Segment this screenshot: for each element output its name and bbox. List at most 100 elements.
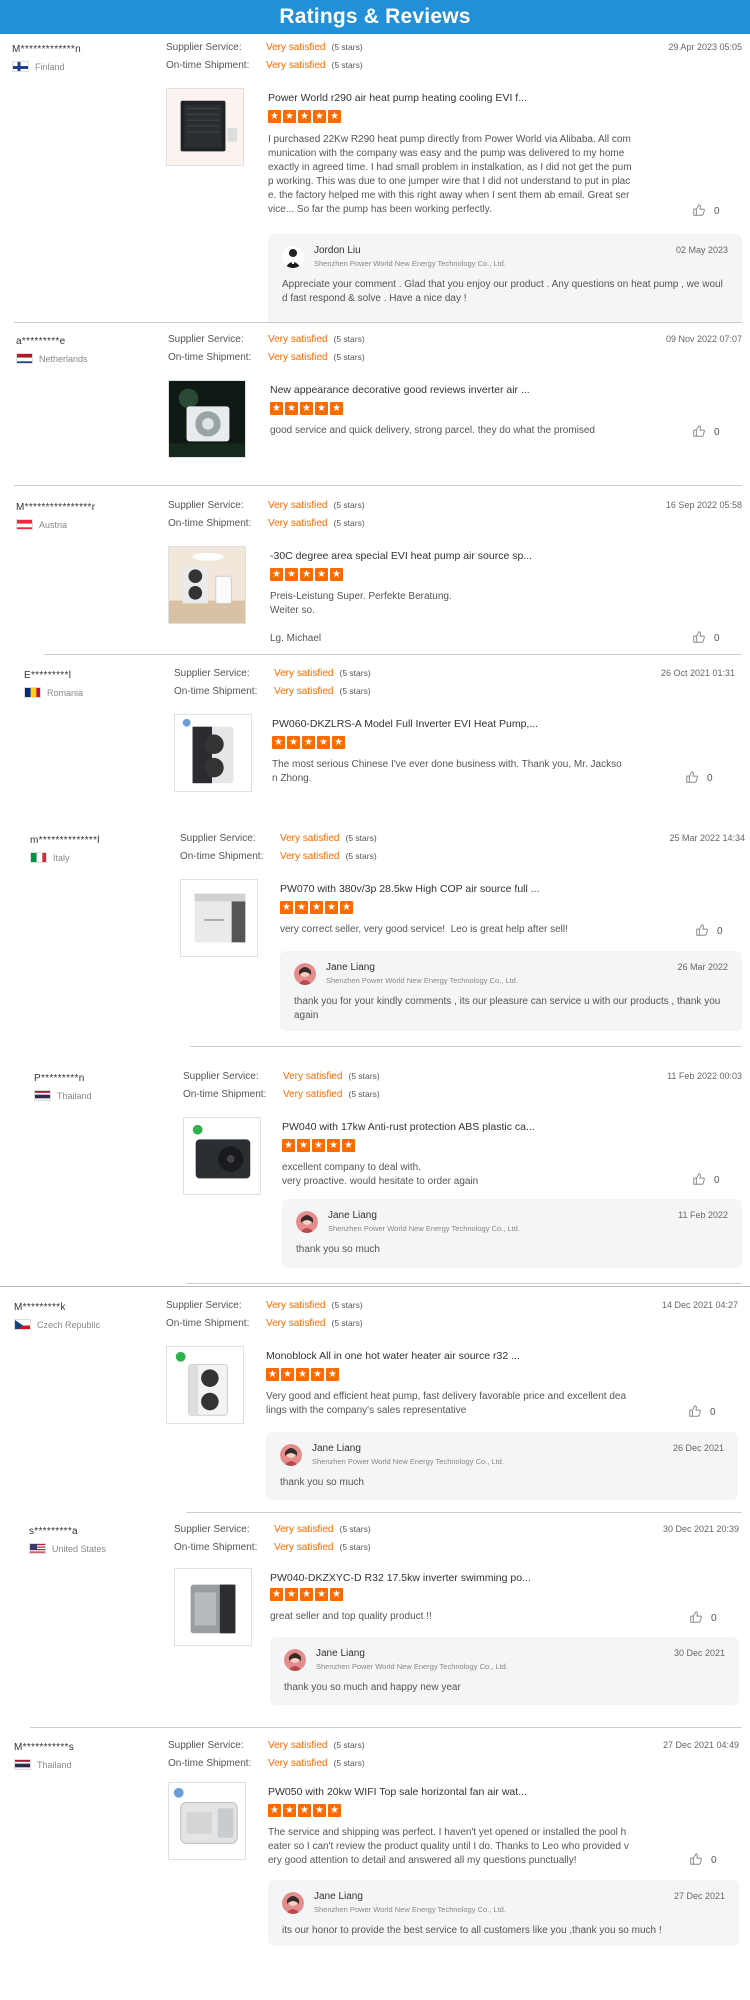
seller-reply: Jane Liang Shenzhen Power World New Energ…: [268, 1880, 739, 1946]
avatar: [284, 1649, 306, 1671]
supplier-service-rating: Supplier Service: Very satisfied (5 stars): [180, 831, 377, 845]
rating-stars-text: (5 stars): [345, 833, 377, 843]
shipment-rating: On-time Shipment: Very satisfied (5 stars): [168, 350, 365, 364]
like-count: 0: [711, 1613, 717, 1624]
rating-value: Very satisfied: [268, 1757, 328, 1769]
reply-date: 26 Mar 2022: [677, 962, 728, 972]
star-icon: ★: [328, 1804, 341, 1817]
rating-stars-text: (5 stars): [331, 60, 363, 70]
reply-text: its our honor to provide the best servic…: [282, 1925, 662, 1936]
country-name: Thailand: [57, 1090, 92, 1101]
helpful-button[interactable]: 0: [688, 1404, 716, 1421]
review-text: The most serious Chinese I've ever done …: [272, 759, 622, 784]
rating-stars-text: (5 stars): [339, 1524, 371, 1534]
rating-value: Very satisfied: [280, 832, 340, 844]
helpful-button[interactable]: 0: [695, 923, 723, 940]
thumbs-up-icon: [692, 424, 706, 441]
product-title-link[interactable]: Power World r290 air heat pump heating c…: [268, 92, 527, 104]
reviewer-name: E*********l: [24, 670, 72, 681]
shipment-label: On-time Shipment:: [166, 59, 250, 71]
product-title-link[interactable]: New appearance decorative good reviews i…: [270, 384, 530, 396]
country-name: Austria: [39, 519, 68, 530]
rating-stars-text: (5 stars): [339, 668, 371, 678]
reply-date: 30 Dec 2021: [673, 1648, 725, 1658]
product-thumbnail[interactable]: [180, 879, 258, 957]
shipment-label: On-time Shipment:: [166, 1317, 250, 1329]
supplier-service-rating: Supplier Service: Very satisfied (5 stars): [168, 498, 365, 512]
product-title-link[interactable]: PW040 with 17kw Anti-rust protection ABS…: [282, 1121, 535, 1133]
product-thumbnail[interactable]: [168, 546, 246, 624]
star-icon: ★: [328, 110, 341, 123]
supplier-service-label: Supplier Service:: [174, 667, 250, 679]
star-icon: ★: [272, 736, 285, 749]
rating-value: Very satisfied: [268, 517, 328, 529]
product-title-link[interactable]: PW040-DKZXYC-D R32 17.5kw inverter swimm…: [270, 1572, 531, 1584]
product-thumbnail[interactable]: [166, 88, 244, 166]
star-icon: ★: [280, 901, 293, 914]
helpful-button[interactable]: 0: [692, 1172, 720, 1189]
helpful-button[interactable]: 0: [689, 1852, 717, 1869]
product-title-link[interactable]: Monoblock All in one hot water heater ai…: [266, 1350, 520, 1362]
reply-company: Shenzhen Power World New Energy Technolo…: [314, 1905, 506, 1914]
country-name: Thailand: [37, 1759, 72, 1770]
rating-value: Very satisfied: [283, 1088, 343, 1100]
shipment-rating: On-time Shipment: Very satisfied (5 stars): [174, 1540, 371, 1554]
helpful-button[interactable]: 0: [689, 1610, 717, 1627]
review-star-rating: ★ ★ ★ ★ ★: [268, 110, 341, 123]
reviewer-country: United States: [29, 1543, 106, 1554]
thumbs-up-icon: [685, 770, 699, 787]
review-date: 25 Mar 2022 14:34: [669, 833, 745, 843]
like-count: 0: [710, 1407, 716, 1418]
product-thumbnail[interactable]: [168, 380, 246, 458]
product-thumbnail[interactable]: [168, 1782, 246, 1860]
star-icon: ★: [287, 736, 300, 749]
helpful-button[interactable]: 0: [692, 203, 720, 220]
shipment-rating: On-time Shipment: Very satisfied (5 stars): [168, 516, 365, 530]
supplier-service-rating: Supplier Service: Very satisfied (5 stars): [166, 40, 363, 54]
like-count: 0: [714, 427, 720, 438]
product-thumbnail[interactable]: [166, 1346, 244, 1424]
reviewer-name: s*********a: [29, 1526, 78, 1537]
reply-company: Shenzhen Power World New Energy Technolo…: [314, 259, 506, 268]
rating-stars-text: (5 stars): [348, 1071, 380, 1081]
helpful-button[interactable]: 0: [692, 424, 720, 441]
product-title-link[interactable]: PW050 with 20kw WIFI Top sale horizontal…: [268, 1786, 527, 1798]
reply-author-name: Jordon Liu: [314, 245, 361, 256]
review-date: 11 Feb 2022 00:03: [667, 1071, 742, 1081]
star-icon: ★: [298, 110, 311, 123]
reply-company: Shenzhen Power World New Energy Technolo…: [316, 1662, 508, 1671]
star-icon: ★: [270, 1588, 283, 1601]
star-icon: ★: [283, 1804, 296, 1817]
star-icon: ★: [312, 1139, 325, 1152]
star-icon: ★: [313, 110, 326, 123]
review-text: great seller and top quality product !!: [270, 1611, 432, 1622]
thumbs-up-icon: [692, 1172, 706, 1189]
product-thumbnail[interactable]: [174, 1568, 252, 1646]
reviewer-country: Finland: [12, 61, 65, 72]
reply-text: Appreciate your comment . Glad that you …: [282, 279, 723, 304]
product-thumbnail[interactable]: [174, 714, 252, 792]
supplier-service-label: Supplier Service:: [166, 41, 242, 53]
supplier-service-label: Supplier Service:: [174, 1523, 250, 1535]
page-header: Ratings & Reviews: [0, 0, 750, 34]
product-thumbnail[interactable]: [183, 1117, 261, 1195]
star-icon: ★: [300, 402, 313, 415]
star-icon: ★: [302, 736, 315, 749]
rating-stars-text: (5 stars): [333, 334, 365, 344]
shipment-label: On-time Shipment:: [180, 850, 264, 862]
seller-reply: Jane Liang Shenzhen Power World New Energ…: [280, 951, 742, 1031]
country-name: Czech Republic: [37, 1319, 101, 1330]
thumbs-up-icon: [692, 630, 706, 647]
product-title-link[interactable]: PW060-DKZLRS-A Model Full Inverter EVI H…: [272, 718, 538, 730]
helpful-button[interactable]: 0: [692, 630, 720, 647]
product-title-link[interactable]: PW070 with 380v/3p 28.5kw High COP air s…: [280, 883, 540, 895]
country-name: Finland: [35, 61, 65, 72]
thumbs-up-icon: [692, 203, 706, 220]
product-title-link[interactable]: -30C degree area special EVI heat pump a…: [270, 550, 532, 562]
review-text: excellent company to deal with. very pro…: [282, 1162, 479, 1187]
country-name: Netherlands: [39, 353, 88, 364]
supplier-service-rating: Supplier Service: Very satisfied (5 stars): [168, 1738, 365, 1752]
reply-author-name: Jane Liang: [326, 962, 375, 973]
star-icon: ★: [285, 1588, 298, 1601]
helpful-button[interactable]: 0: [685, 770, 713, 787]
